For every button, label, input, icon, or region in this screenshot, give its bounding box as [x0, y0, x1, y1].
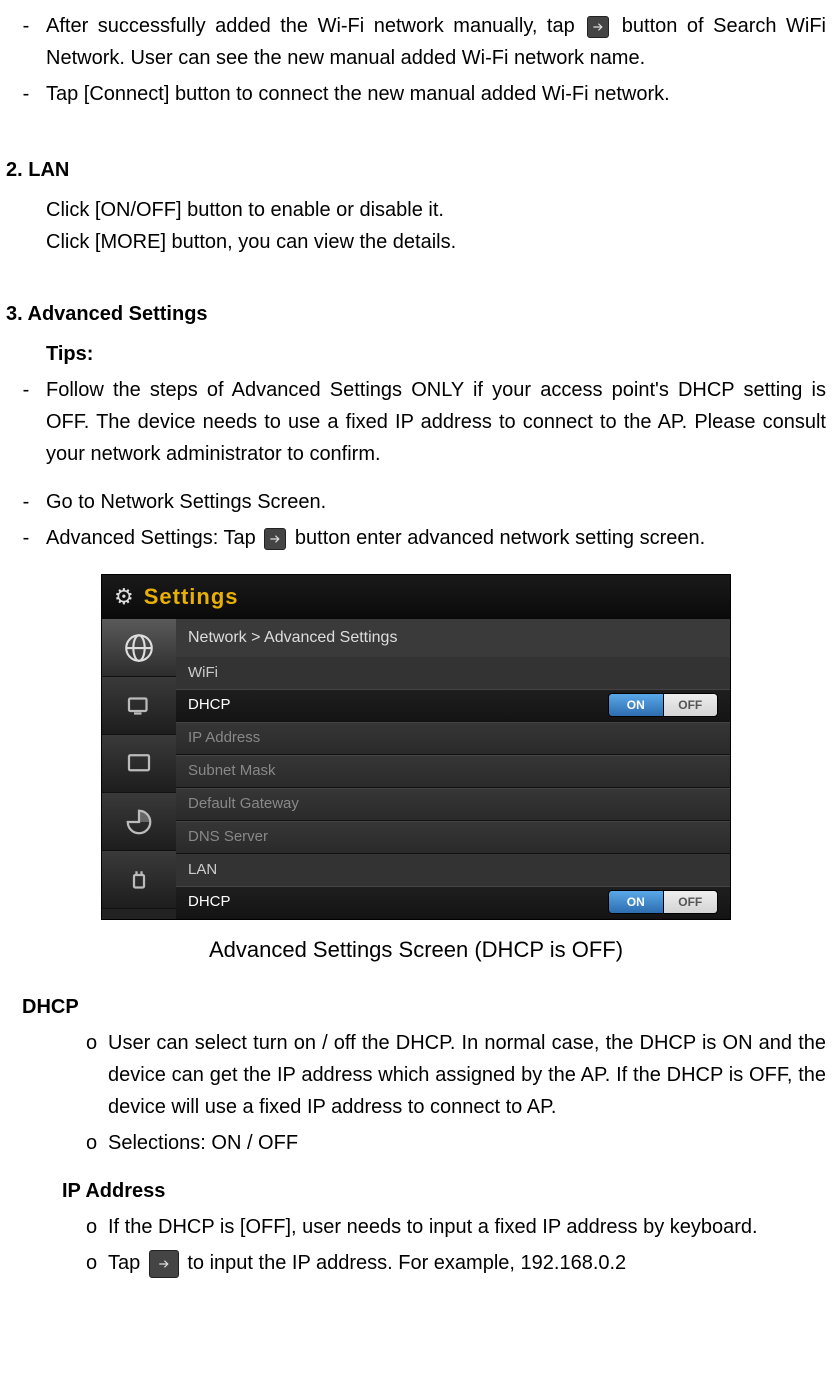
- text: Advanced Settings: Tap: [46, 527, 256, 549]
- bullet-item: - Go to Network Settings Screen.: [6, 486, 826, 518]
- sidebar-item-display[interactable]: [102, 735, 176, 793]
- list-item: o Tap to input the IP address. For examp…: [86, 1247, 826, 1279]
- text: button enter advanced network setting sc…: [295, 527, 705, 549]
- toggle-on: ON: [609, 891, 663, 913]
- toggle-off: OFF: [663, 891, 718, 913]
- sidebar-item-network[interactable]: [102, 619, 176, 677]
- titlebar: ⚙ Settings: [102, 575, 730, 619]
- text: User can select turn on / off the DHCP. …: [108, 1027, 826, 1123]
- sidebar-item-video[interactable]: [102, 677, 176, 735]
- sidebar: [102, 619, 176, 919]
- row-label: IP Address: [188, 726, 260, 750]
- list-item: o User can select turn on / off the DHCP…: [86, 1027, 826, 1123]
- row-label: DNS Server: [188, 825, 268, 849]
- text: If the DHCP is [OFF], user needs to inpu…: [108, 1211, 826, 1243]
- row-label: Subnet Mask: [188, 759, 276, 783]
- row-lan-dhcp: DHCP ON OFF: [176, 886, 730, 919]
- bullet-text: Tap [Connect] button to connect the new …: [46, 78, 826, 110]
- section-heading-lan: 2. LAN: [6, 154, 826, 186]
- section-heading-advanced: 3. Advanced Settings: [6, 298, 826, 330]
- breadcrumb: Network > Advanced Settings: [176, 619, 730, 657]
- lan-dhcp-toggle[interactable]: ON OFF: [608, 890, 718, 914]
- bullet-marker: -: [6, 10, 46, 74]
- screenshot-caption: Advanced Settings Screen (DHCP is OFF): [6, 932, 826, 967]
- text: Tap to input the IP address. For example…: [108, 1247, 826, 1279]
- toggle-on: ON: [609, 694, 663, 716]
- bullet-text: Follow the steps of Advanced Settings ON…: [46, 374, 826, 470]
- bullet-item: - After successfully added the Wi-Fi net…: [6, 10, 826, 74]
- toggle-off: OFF: [663, 694, 718, 716]
- sidebar-item-chart[interactable]: [102, 793, 176, 851]
- row-default-gateway[interactable]: Default Gateway: [176, 788, 730, 821]
- sidebar-item-power[interactable]: [102, 851, 176, 909]
- o-marker: o: [86, 1211, 108, 1243]
- text: Selections: ON / OFF: [108, 1127, 826, 1159]
- row-wifi-dhcp: DHCP ON OFF: [176, 689, 730, 722]
- bullet-marker: -: [6, 78, 46, 110]
- bullet-marker: -: [6, 486, 46, 518]
- text: Click [MORE] button, you can view the de…: [46, 226, 826, 258]
- list-item: o If the DHCP is [OFF], user needs to in…: [86, 1211, 826, 1243]
- text: Click [ON/OFF] button to enable or disab…: [46, 194, 826, 226]
- bullet-text: After successfully added the Wi-Fi netwo…: [46, 10, 826, 74]
- window-title: Settings: [144, 579, 239, 614]
- bullet-item: - Follow the steps of Advanced Settings …: [6, 374, 826, 470]
- arrow-right-icon[interactable]: [587, 16, 609, 38]
- bullet-text: Advanced Settings: Tap button enter adva…: [46, 522, 826, 554]
- bullet-item: - Advanced Settings: Tap button enter ad…: [6, 522, 826, 554]
- lan-section-label: LAN: [176, 854, 730, 886]
- wifi-dhcp-toggle[interactable]: ON OFF: [608, 693, 718, 717]
- row-ip-address[interactable]: IP Address: [176, 722, 730, 755]
- row-subnet-mask[interactable]: Subnet Mask: [176, 755, 730, 788]
- bullet-text: Go to Network Settings Screen.: [46, 486, 826, 518]
- ip-address-heading: IP Address: [62, 1175, 826, 1207]
- row-label: DHCP: [188, 890, 231, 914]
- gear-icon: ⚙: [114, 579, 134, 614]
- row-dns-server[interactable]: DNS Server: [176, 821, 730, 854]
- arrow-right-icon[interactable]: [149, 1250, 179, 1278]
- wifi-section-label: WiFi: [176, 657, 730, 689]
- row-label: DHCP: [188, 693, 231, 717]
- bullet-marker: -: [6, 374, 46, 470]
- bullet-item: - Tap [Connect] button to connect the ne…: [6, 78, 826, 110]
- text: After successfully added the Wi-Fi netwo…: [46, 15, 575, 37]
- list-item: o Selections: ON / OFF: [86, 1127, 826, 1159]
- o-marker: o: [86, 1247, 108, 1279]
- dhcp-heading: DHCP: [22, 991, 826, 1023]
- advanced-settings-screenshot: ⚙ Settings Network > Advanced Settings W…: [101, 574, 731, 920]
- bullet-marker: -: [6, 522, 46, 554]
- o-marker: o: [86, 1027, 108, 1123]
- o-marker: o: [86, 1127, 108, 1159]
- row-label: Default Gateway: [188, 792, 299, 816]
- arrow-right-icon[interactable]: [264, 528, 286, 550]
- tips-label: Tips:: [46, 338, 826, 370]
